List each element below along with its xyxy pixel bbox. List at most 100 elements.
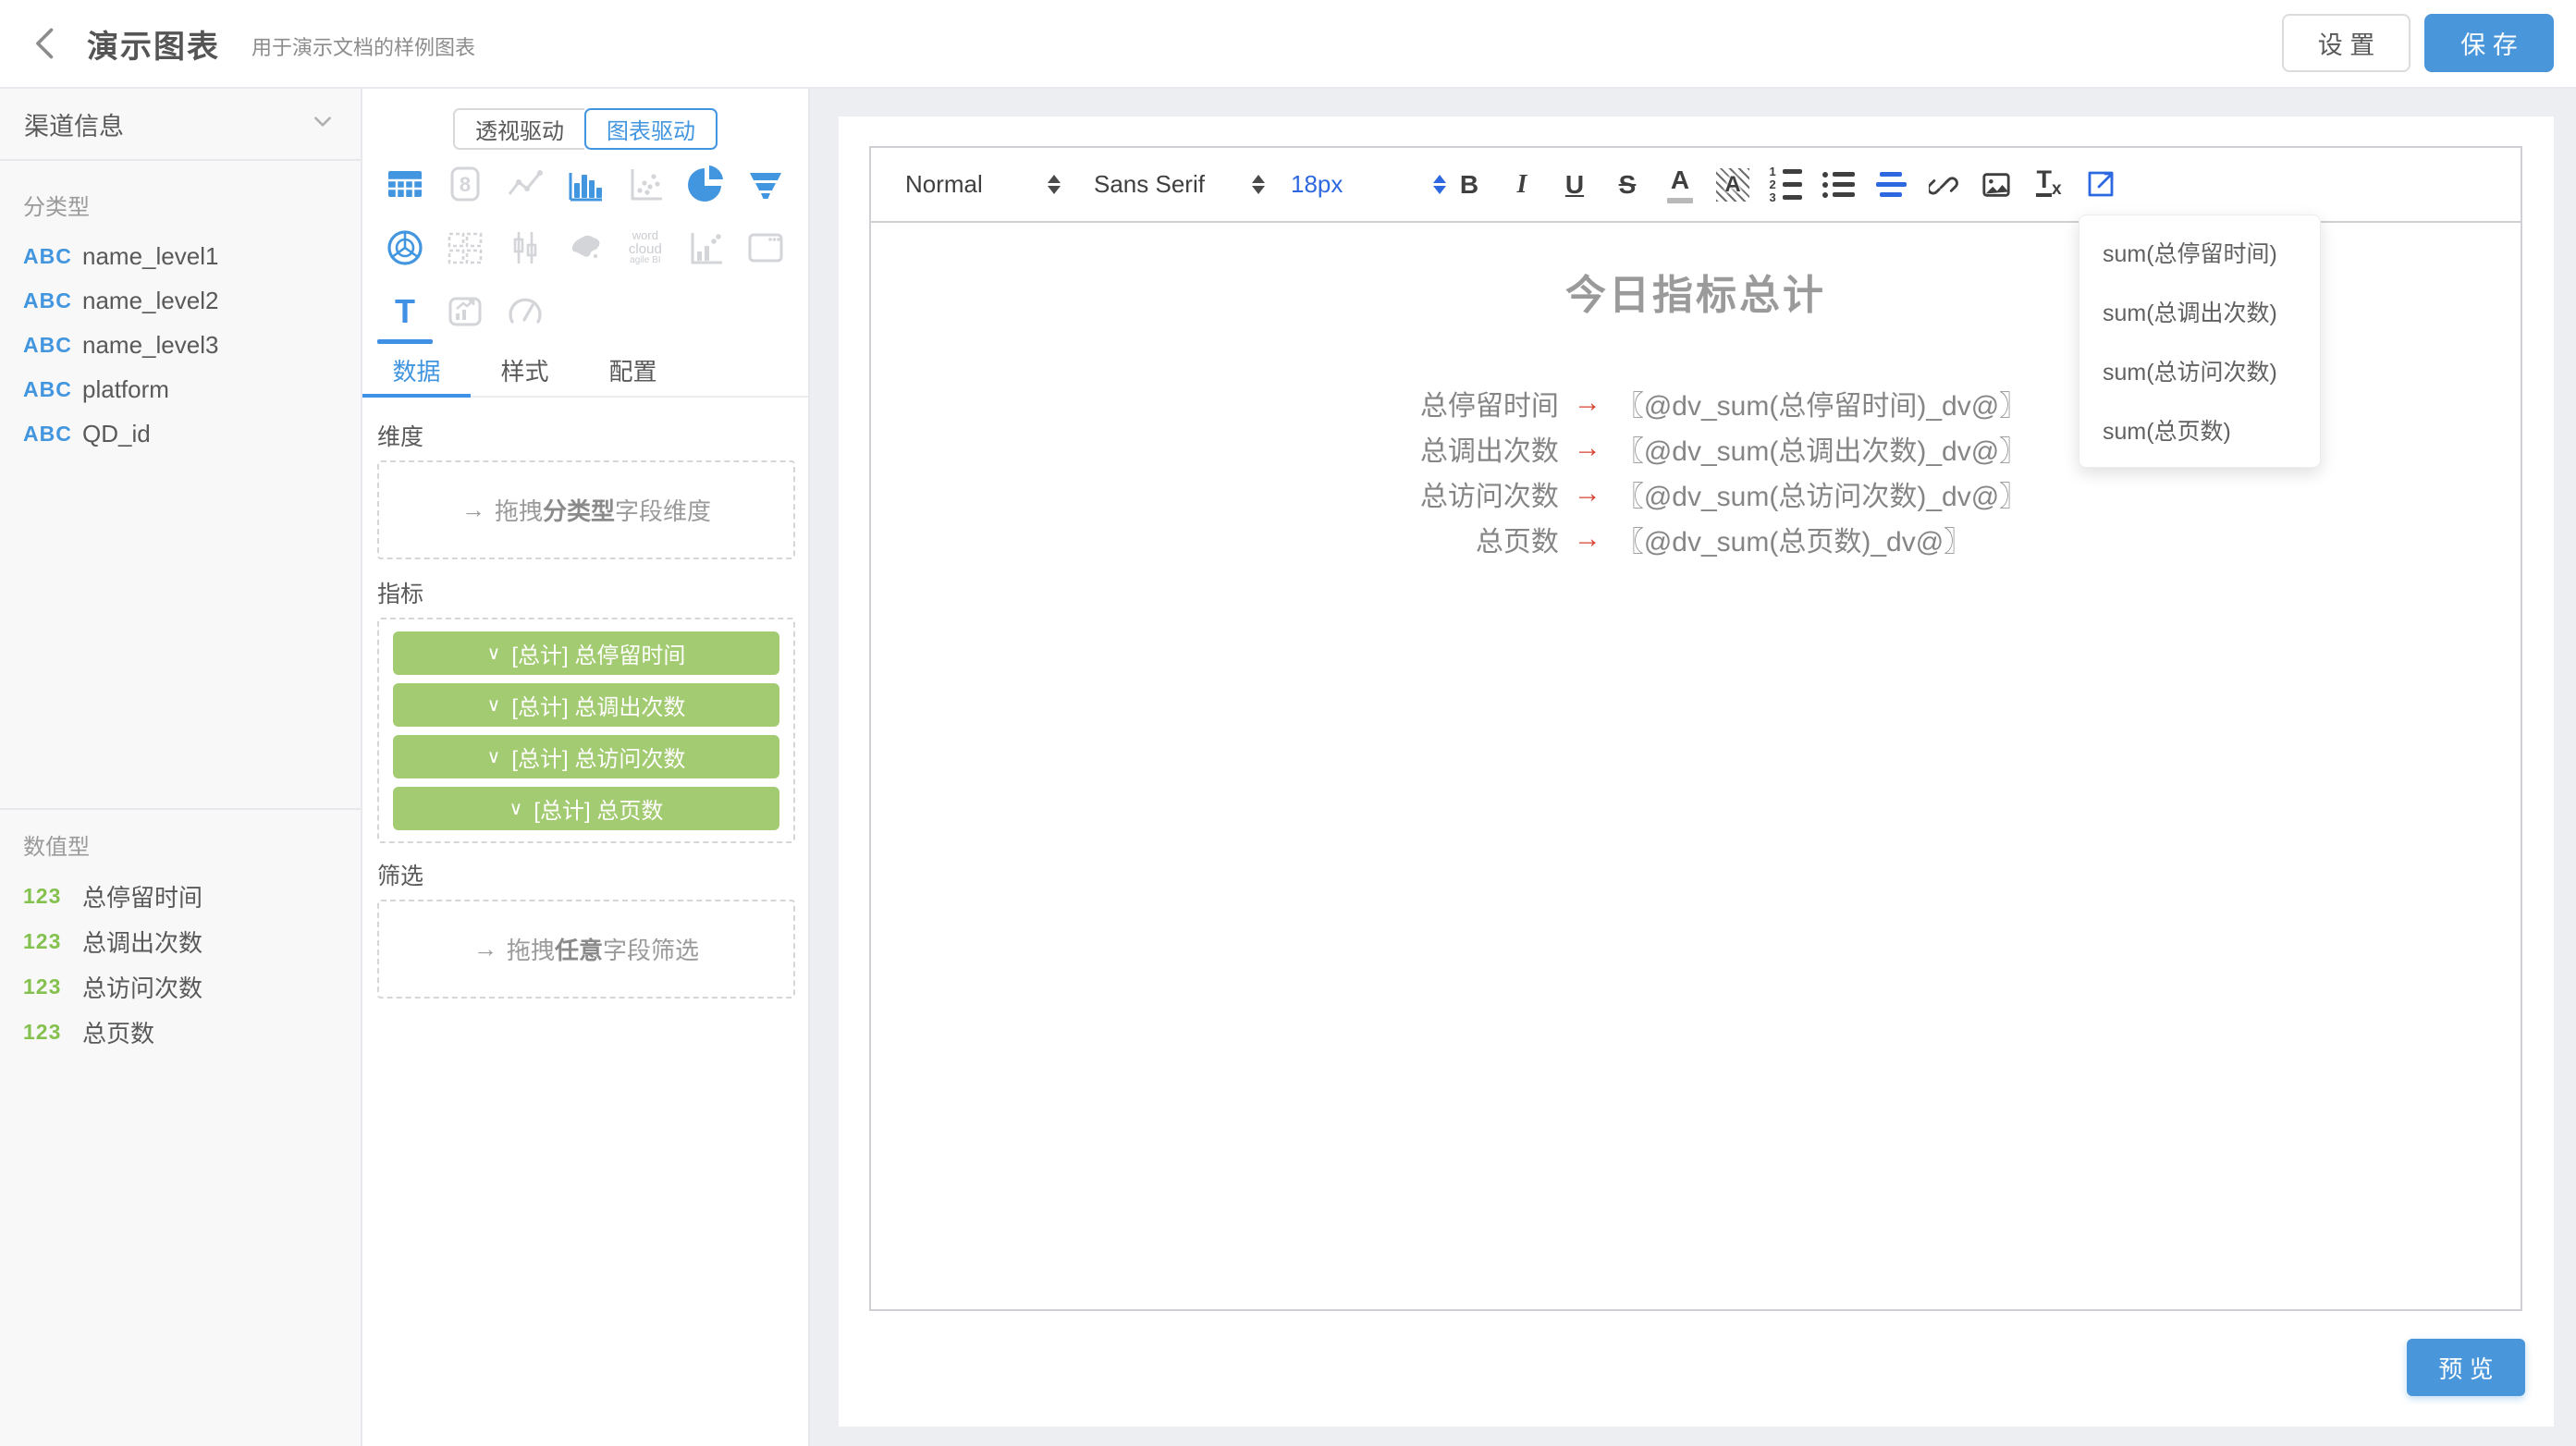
field-name: QD_id <box>82 420 151 448</box>
dimension-field-item[interactable]: ABC name_level3 <box>23 323 361 367</box>
measure-field-item[interactable]: 123 总停留时间 <box>23 874 202 919</box>
number-type-icon: 123 <box>23 929 82 954</box>
font-size-select[interactable]: 18px <box>1291 170 1446 199</box>
page-subtitle: 用于演示文档的样例图表 <box>251 26 475 61</box>
updown-arrows-icon <box>1433 175 1446 194</box>
measure-field-item[interactable]: 123 总访问次数 <box>23 964 202 1010</box>
dimension-section-label: 分类型 <box>23 189 361 221</box>
tab-style[interactable]: 样式 <box>471 345 579 396</box>
metric-row-variable: 〖@dv_sum(总调出次数)_dv@〗 <box>1616 428 2027 469</box>
dimension-field-section: 分类型 ABC name_level1 ABC name_level2 ABC … <box>0 161 361 456</box>
metrics-drop-zone[interactable]: ∨ [总计] 总停留时间 ∨ [总计] 总调出次数 ∨ [总计] 总访问次数 <box>377 618 795 843</box>
variable-menu-item[interactable]: sum(总访问次数) <box>2079 341 2320 400</box>
dimension-field-list: ABC name_level1 ABC name_level2 ABC name… <box>23 234 361 456</box>
text-color-icon[interactable]: A <box>1662 166 1698 203</box>
string-type-icon: ABC <box>23 288 82 313</box>
tab-data[interactable]: 数据 <box>362 345 471 396</box>
top-header: 演示图表 用于演示文档的样例图表 设 置 保 存 <box>0 0 2576 89</box>
metric-pill[interactable]: ∨ [总计] 总停留时间 <box>393 631 779 675</box>
gauge-chart-icon[interactable] <box>504 290 546 333</box>
metric-pill[interactable]: ∨ [总计] 总访问次数 <box>393 735 779 778</box>
string-type-icon: ABC <box>23 244 82 269</box>
trend-card-icon[interactable] <box>444 290 486 333</box>
metric-row: 总停留时间 → 〖@dv_sum(总停留时间)_dv@〗 <box>1365 380 2027 425</box>
ordered-list-icon[interactable]: 1 2 3 <box>1768 166 1803 203</box>
metric-pill-label: [总计] 总停留时间 <box>511 637 685 669</box>
metric-pill[interactable]: ∨ [总计] 总页数 <box>393 787 779 830</box>
combo-chart-icon[interactable] <box>684 227 727 269</box>
panel-group-icon[interactable] <box>444 227 486 269</box>
field-name: name_level2 <box>82 287 218 315</box>
pie-chart-icon[interactable] <box>684 163 727 205</box>
bold-icon[interactable]: B <box>1452 166 1487 203</box>
config-tabs: 数据 样式 配置 <box>362 345 808 398</box>
text-chart-icon[interactable]: T <box>384 290 426 333</box>
radar-chart-icon[interactable] <box>384 227 426 269</box>
measure-field-item[interactable]: 123 总调出次数 <box>23 919 202 964</box>
insert-variable-icon[interactable] <box>2084 166 2119 203</box>
metric-row-variable: 〖@dv_sum(总访问次数)_dv@〗 <box>1616 473 2027 514</box>
updown-arrows-icon <box>1252 175 1265 194</box>
clear-format-icon[interactable]: T x <box>2031 166 2067 203</box>
tab-config[interactable]: 配置 <box>579 345 687 396</box>
measure-field-item[interactable]: 123 总页数 <box>23 1010 202 1055</box>
measure-section-label: 数值型 <box>23 828 202 861</box>
table-chart-icon[interactable] <box>384 163 426 205</box>
dimension-drop-zone[interactable]: → 拖拽分类型字段维度 <box>377 460 795 559</box>
field-name: 总页数 <box>82 1015 154 1049</box>
metric-pill-label: [总计] 总调出次数 <box>511 689 685 721</box>
font-family-select[interactable]: Sans Serif <box>1094 170 1265 199</box>
link-icon[interactable] <box>1926 166 1961 203</box>
string-type-icon: ABC <box>23 422 82 447</box>
mode-pivot-driven[interactable]: 透视驱动 <box>453 108 584 150</box>
metric-pill-label: [总计] 总访问次数 <box>511 741 685 773</box>
field-name: platform <box>82 375 169 404</box>
bar-chart-icon[interactable] <box>564 163 607 205</box>
variable-menu-item[interactable]: sum(总调出次数) <box>2079 282 2320 341</box>
paragraph-style-select[interactable]: Normal <box>905 170 1061 199</box>
chart-config-panel: 透视驱动 图表驱动 8 <box>362 89 810 1446</box>
string-type-icon: ABC <box>23 333 82 358</box>
red-arrow: → <box>1574 433 1601 464</box>
mode-chart-driven[interactable]: 图表驱动 <box>584 108 718 150</box>
metric-row: 总访问次数 → 〖@dv_sum(总访问次数)_dv@〗 <box>1365 471 2027 516</box>
field-name: name_level3 <box>82 331 218 360</box>
preview-button[interactable]: 预 览 <box>2407 1339 2525 1396</box>
bullet-list-icon[interactable] <box>1821 166 1856 203</box>
iframe-card-icon[interactable] <box>744 227 787 269</box>
dimension-field-item[interactable]: ABC name_level2 <box>23 278 361 323</box>
number-type-icon: 123 <box>23 884 82 909</box>
page-title: 演示图表 <box>87 21 220 67</box>
save-button[interactable]: 保 存 <box>2424 14 2554 72</box>
metric-row: 总页数 → 〖@dv_sum(总页数)_dv@〗 <box>1365 516 2027 561</box>
highlight-color-icon[interactable]: A <box>1715 166 1750 203</box>
field-name: 总访问次数 <box>82 970 202 1004</box>
dimension-field-item[interactable]: ABC name_level1 <box>23 234 361 278</box>
variable-menu-item[interactable]: sum(总停留时间) <box>2079 223 2320 282</box>
strikethrough-icon[interactable]: S <box>1610 166 1645 203</box>
filter-drop-zone[interactable]: → 拖拽任意字段筛选 <box>377 900 795 999</box>
metric-pill[interactable]: ∨ [总计] 总调出次数 <box>393 683 779 727</box>
image-icon[interactable] <box>1979 166 2014 203</box>
metrics-label: 指标 <box>377 576 795 609</box>
dimension-field-item[interactable]: ABC platform <box>23 367 361 411</box>
italic-icon[interactable]: I <box>1504 166 1539 203</box>
funnel-chart-icon[interactable] <box>744 163 787 205</box>
red-arrow: → <box>1574 478 1601 509</box>
number-card-icon[interactable]: 8 <box>444 163 486 205</box>
metric-pill-label: [总计] 总页数 <box>534 792 663 825</box>
settings-button[interactable]: 设 置 <box>2282 14 2410 72</box>
metric-row-variable: 〖@dv_sum(总页数)_dv@〗 <box>1616 519 1971 559</box>
china-map-icon[interactable] <box>564 227 607 269</box>
dataset-selector[interactable]: 渠道信息 <box>0 89 361 161</box>
back-icon[interactable] <box>26 23 67 64</box>
line-chart-icon[interactable] <box>504 163 546 205</box>
align-center-icon[interactable] <box>1873 166 1908 203</box>
word-cloud-icon[interactable]: word cloud agile BI <box>629 229 662 266</box>
scatter-plot-icon[interactable] <box>624 163 667 205</box>
dimension-field-item[interactable]: ABC QD_id <box>23 411 361 456</box>
underline-icon[interactable]: U <box>1557 166 1592 203</box>
metric-pill-list: ∨ [总计] 总停留时间 ∨ [总计] 总调出次数 ∨ [总计] 总访问次数 <box>393 631 779 830</box>
variable-menu-item[interactable]: sum(总页数) <box>2079 400 2320 460</box>
candlestick-icon[interactable] <box>504 227 546 269</box>
